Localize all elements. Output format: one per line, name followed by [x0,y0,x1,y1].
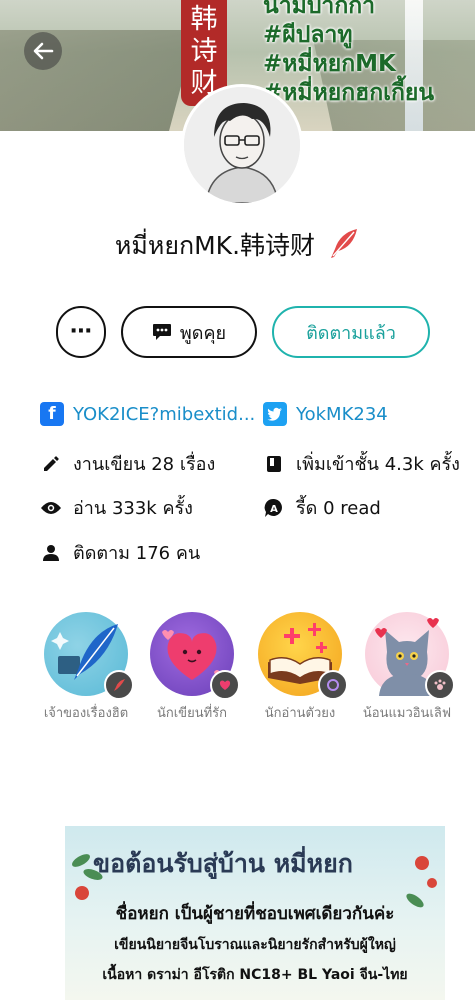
twitter-handle: YokMK234 [296,403,388,425]
badge-hit-owner[interactable]: เจ้าของเรื่องฮิต [36,612,136,723]
cover-tag: นามปากกา [263,0,376,19]
facebook-link[interactable]: f YOK2ICE?mibextid... [40,402,255,426]
follow-button-label: ติดตามแล้ว [306,322,396,344]
profile-name: หมี่หยกMK.韩诗财 [114,231,316,260]
chat-bubble-icon [152,323,171,340]
more-icon: ⋯ [70,319,92,344]
cover-tags: นามปากกา #ผีปลาทู #หมี่หยกMK #หมี่หยกฮกเ… [263,0,434,108]
badge-circle [258,612,348,700]
banner-line: ชื่อหยก เป็นผู้ชายที่ชอบเพศเดียวกันค่ะ [115,904,395,924]
twitter-icon [263,402,287,426]
badge-cat-in-love[interactable]: น้อนแมวอินเลิฟ [357,612,457,723]
svg-text:A: A [270,504,278,515]
stat-read-count: A รี้ด 0 read [263,493,381,522]
banner-flower [75,886,89,900]
back-button[interactable] [24,32,62,70]
profile-name-row: หมี่หยกMK.韩诗财 [0,226,475,266]
stat-followers-text: ติดตาม 176 คน [73,543,201,564]
follow-button[interactable]: ติดตามแล้ว [272,306,430,358]
twitter-link[interactable]: YokMK234 [263,402,388,426]
badge-mini-icon [318,670,348,700]
badge-circle [365,612,455,700]
cover-tag: #หมี่หยกMK [263,51,396,77]
stat-works-text: งานเขียน 28 เรื่อง [73,454,216,475]
badge-beloved-writer[interactable]: นักเขียนที่รัก [142,612,242,723]
bookshelf-icon [263,455,285,473]
person-icon [40,544,62,562]
more-options-button[interactable]: ⋯ [56,306,106,358]
stat-library-text: เพิ่มเข้าชั้น 4.3k ครั้ง [296,454,460,475]
banner-line: เนื้อหา ดราม่า อีโรติก NC18+ BL Yaoi จีน… [102,967,408,983]
profile-banner: ขอต้อนรับสู่บ้าน หมี่หยก ชื่อหยก เป็นผู้… [65,826,445,1000]
badge-circle [150,612,240,700]
banner-flower [415,856,429,870]
cover-tag: #หมี่หยกฮกเกี้ยน [263,80,435,106]
chat-button[interactable]: พูดคุย [121,306,257,358]
badge-mini-icon [104,670,134,700]
badge-mini-icon [210,670,240,700]
badge-label: เจ้าของเรื่องฮิต [43,706,129,721]
stat-read-count-text: รี้ด 0 read [296,498,381,519]
badge-label: นักเขียนที่รัก [156,706,227,721]
banner-flower [427,878,437,888]
avatar-illustration [184,87,300,203]
stat-library: เพิ่มเข้าชั้น 4.3k ครั้ง [263,449,460,478]
badge-mini-icon [425,670,455,700]
badge-circle [44,612,134,700]
arrow-left-icon [33,42,54,60]
avatar[interactable] [181,84,303,206]
stat-works: งานเขียน 28 เรื่อง [40,449,215,478]
badge-avid-reader[interactable]: นักอ่านตัวยง [250,612,350,723]
stat-reads: อ่าน 333k ครั้ง [40,493,193,522]
feather-icon [326,227,360,265]
stat-followers: ติดตาม 176 คน [40,538,200,567]
badge-label: น้อนแมวอินเลิฟ [362,706,452,721]
eye-icon [40,501,62,515]
pencil-icon [40,455,62,473]
facebook-handle: YOK2ICE?mibextid... [73,403,256,425]
banner-line: เขียนนิยายจีนโบราณและนิยายรักสำหรับผู้ให… [114,937,396,953]
chat-button-label: พูดคุย [179,322,227,344]
stat-reads-text: อ่าน 333k ครั้ง [73,498,193,519]
facebook-icon: f [40,402,64,426]
banner-title: ขอต้อนรับสู่บ้าน หมี่หยก [93,849,353,878]
cover-tag: #ผีปลาทู [263,22,353,48]
banner-leaf [70,851,92,870]
read-badge-icon: A [263,498,285,518]
badge-label: นักอ่านตัวยง [264,706,336,721]
